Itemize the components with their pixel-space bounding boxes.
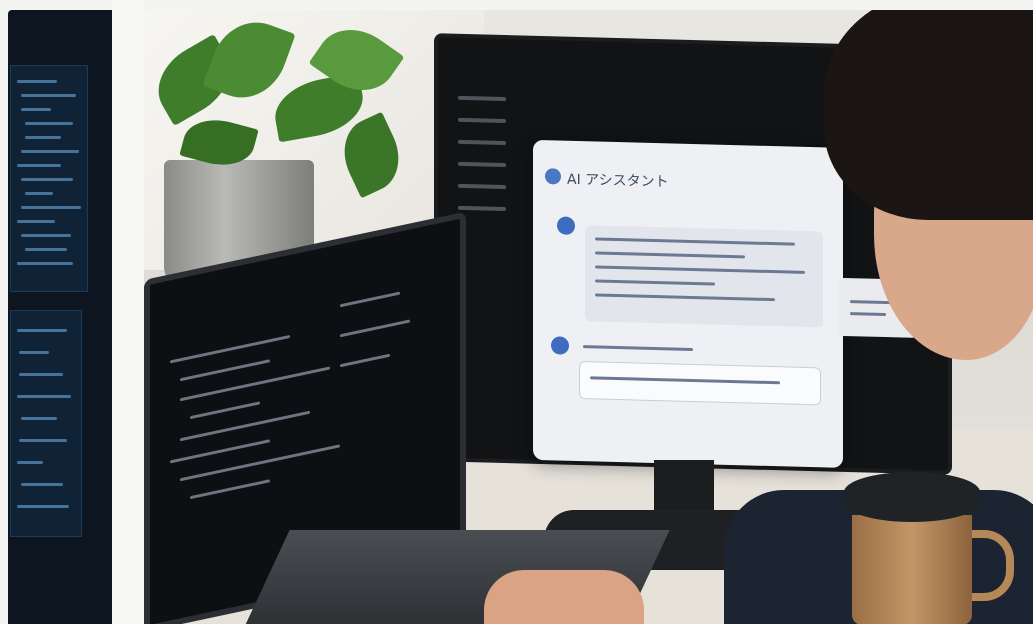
mug-handle	[966, 530, 1014, 601]
dialog-title: AI アシスタント	[567, 171, 669, 191]
code-screen-bottom	[10, 310, 82, 537]
main-photo[interactable]: AI アシスタント	[144, 10, 1033, 624]
chat-heading	[583, 345, 693, 351]
chat-message	[585, 225, 823, 328]
chat-reply-box	[579, 361, 821, 406]
ai-assistant-dialog: AI アシスタント	[533, 139, 843, 468]
person-hair	[824, 10, 1033, 220]
code-screen-top	[10, 65, 88, 292]
left-thumbnail-image[interactable]	[8, 10, 112, 624]
coffee-mug	[852, 515, 972, 624]
mug-lid	[844, 472, 980, 522]
chat-avatar-icon	[551, 336, 569, 355]
chat-avatar-icon	[557, 216, 575, 235]
gallery-gap	[112, 0, 144, 624]
person-hand	[484, 570, 644, 624]
assistant-icon	[545, 168, 561, 185]
